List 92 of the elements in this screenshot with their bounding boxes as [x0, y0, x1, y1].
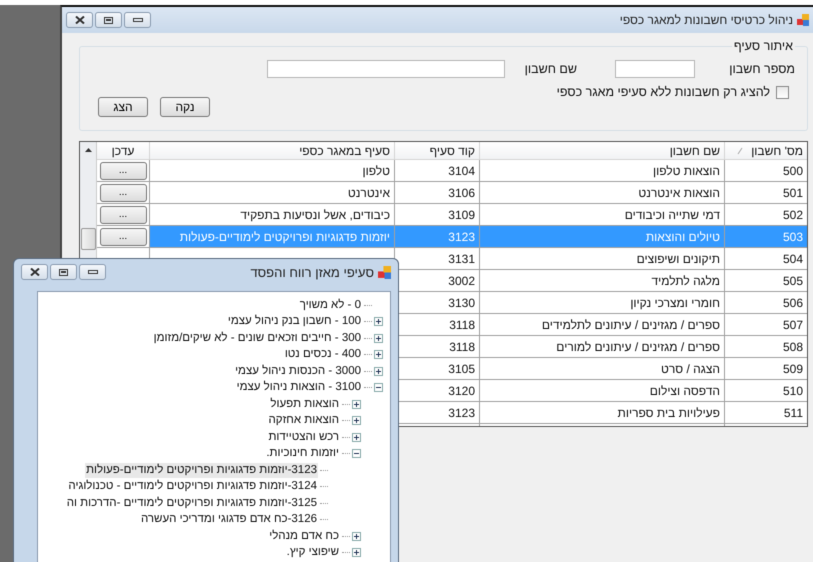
table-cell: 501 — [724, 182, 807, 204]
tree-item[interactable]: 3123-יוזמות פדגוגיות ופרויקטים לימודיים-פעולות — [85, 462, 318, 478]
group-title: איתור סעיף — [732, 39, 794, 53]
window-title: ניהול כרטיסי חשבונות למאגר כספי — [620, 13, 793, 27]
field-label: מספר חשבון — [728, 62, 795, 76]
table-cell: טלפון — [362, 164, 390, 178]
table-cell: 503 — [724, 226, 807, 248]
expander-icon[interactable] — [352, 400, 360, 409]
update-button[interactable]: ... — [100, 228, 146, 246]
action-button[interactable]: נקה — [160, 97, 210, 117]
table-cell: הוצאות אינטרנט — [479, 182, 724, 204]
scroll-up-icon — [84, 148, 92, 152]
update-button[interactable]: ... — [100, 206, 146, 224]
tree-item[interactable]: יוזמות חינוכיות. — [265, 446, 340, 462]
app-icon — [797, 14, 809, 26]
table-cell: 506 — [724, 292, 807, 314]
app-icon — [378, 266, 391, 278]
table-cell: 510 — [724, 380, 807, 402]
table-cell: 500 — [724, 160, 807, 182]
close-button[interactable] — [21, 264, 48, 280]
column-header[interactable]: שם חשבון — [479, 142, 724, 160]
tree-item[interactable]: כח אדם מנהלי — [268, 528, 340, 544]
dialog-title: סעיפי מאזן רווח והפסד — [250, 264, 374, 280]
update-button[interactable]: ... — [100, 184, 146, 202]
tree-item[interactable]: 3126-כח אדם פדגוגי ומדריכי העשרה — [140, 512, 318, 528]
minimize-button[interactable] — [79, 264, 106, 280]
minimize-icon — [88, 270, 98, 274]
table-cell: 504 — [724, 248, 807, 270]
expander-icon[interactable] — [374, 366, 382, 376]
update-button[interactable]: ... — [100, 162, 146, 180]
maximize-button[interactable] — [50, 264, 77, 280]
table-cell: ספרים / מגזינים / עיתונים למורים — [479, 336, 724, 358]
minimize-icon — [132, 18, 142, 22]
checkbox[interactable] — [776, 86, 789, 98]
input-field[interactable] — [615, 60, 695, 78]
table-cell: יוזמות פדגוגיות ופרויקטים לימודיים-פעולות — [180, 230, 390, 244]
column-header[interactable]: מס' חשבון — [724, 142, 807, 160]
expander-icon[interactable] — [374, 350, 382, 360]
tree-item[interactable]: הוצאות תפעול — [269, 396, 340, 412]
tree-item[interactable]: 3125-יוזמות פדגוגיות ופרויקטים לימודיים -הדרכות וה — [66, 496, 318, 511]
table-cell: הדפסה וצילום — [479, 380, 724, 402]
table-cell: 511 — [724, 402, 807, 424]
table-cell: אינטרנט — [348, 186, 390, 200]
sort-icon — [737, 146, 744, 154]
table-cell: חומרי ומצרכי נקיון — [479, 292, 724, 314]
tree-item[interactable]: 100 - חשבון בנק ניהול עצמי — [226, 314, 362, 330]
column-header[interactable]: סעיף במאגר כספי — [149, 142, 394, 160]
field-label: שם חשבון — [524, 62, 577, 76]
tree-item[interactable]: רכש והצטיידות — [267, 430, 340, 445]
input-field[interactable] — [267, 60, 505, 78]
expander-icon[interactable] — [352, 548, 360, 558]
close-icon — [30, 268, 40, 276]
table-cell: 3104 — [394, 160, 479, 182]
maximize-icon — [104, 16, 113, 24]
maximize-button[interactable] — [95, 12, 122, 28]
tree-item[interactable]: 3124-יוזמות פדגוגיות ופרויקטים לימודיים - טכנולוגיה — [67, 479, 318, 494]
checkbox-label: להציג רק חשבונות ללא סעיפי מאגר כספי — [556, 85, 770, 99]
tree-item[interactable]: 3100 - הוצאות ניהול עצמי — [236, 380, 362, 396]
table-cell: מלגה לתלמיד — [479, 270, 724, 292]
tree-item[interactable]: 300 - חייבים וזכאים שונים - לא שיקים/מזומן — [152, 330, 362, 346]
table-cell: תיקונים ושיפוצים — [479, 248, 724, 270]
close-button[interactable] — [66, 12, 93, 28]
minimize-button[interactable] — [124, 12, 151, 28]
tree-item[interactable]: שיפוצי קיץ. — [286, 545, 340, 560]
table-cell: ספרים / מגזינים / עיתונים לתלמידים — [479, 314, 724, 336]
table-cell: טיולים והוצאות — [479, 226, 724, 248]
tree-item[interactable]: 3000 - הכנסות ניהול עצמי — [234, 364, 362, 379]
table-cell: 508 — [724, 336, 807, 358]
action-button[interactable]: הצג — [98, 97, 148, 117]
table-cell: 3123 — [394, 226, 479, 248]
expander-icon[interactable] — [374, 383, 382, 392]
expander-icon[interactable] — [352, 416, 360, 426]
table-cell: הוצאות טלפון — [479, 160, 724, 182]
table-cell: 505 — [724, 270, 807, 292]
expander-icon[interactable] — [352, 532, 360, 541]
tree-item[interactable]: 400 - נכסים נטו — [284, 347, 362, 362]
table-cell: פעילויות בית ספריות — [479, 402, 724, 424]
scroll-thumb[interactable] — [80, 228, 96, 250]
close-icon — [74, 16, 84, 24]
table-cell: כיבודים, אשל ונסיעות בתפקיד — [240, 208, 390, 222]
table-cell: 3106 — [394, 182, 479, 204]
table-cell: 509 — [724, 358, 807, 380]
expander-icon[interactable] — [374, 317, 382, 326]
expander-icon[interactable] — [374, 334, 382, 343]
column-header[interactable]: קוד סעיף — [394, 142, 479, 160]
table-cell: 507 — [724, 314, 807, 336]
expander-icon[interactable] — [352, 449, 360, 458]
table-cell: הצגה / סרט — [479, 358, 724, 380]
maximize-icon — [59, 268, 68, 276]
expander-icon[interactable] — [352, 432, 360, 442]
tree-item[interactable]: הוצאות אחזקה — [268, 413, 340, 428]
tree-item[interactable]: 0 - לא משויך — [298, 298, 362, 313]
